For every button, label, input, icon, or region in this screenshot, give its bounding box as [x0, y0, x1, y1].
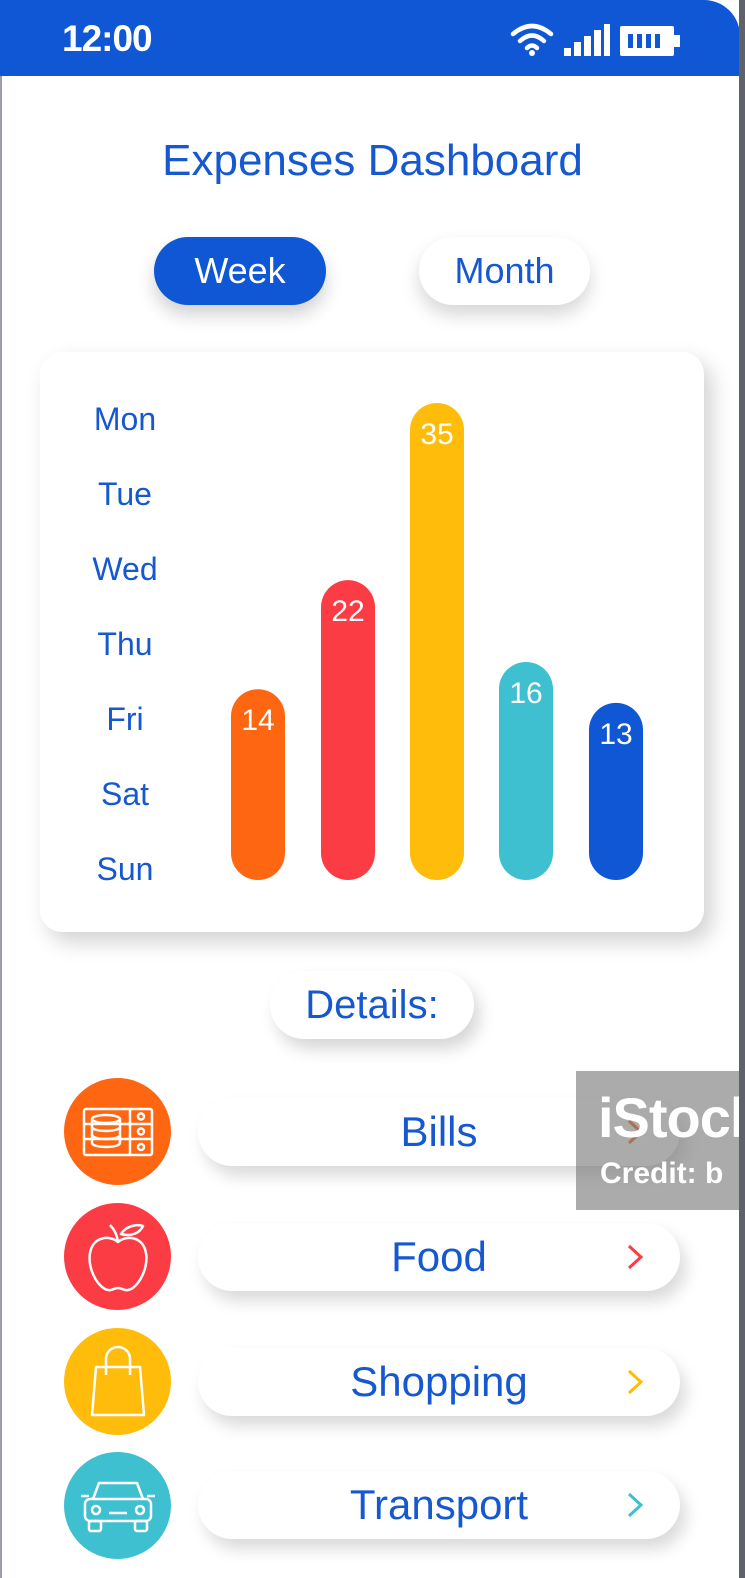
bar-value-label-2: 22: [331, 595, 364, 628]
day-label-sat: Sat: [101, 776, 149, 812]
watermark-brand: iStock: [598, 1086, 745, 1149]
day-label-thu: Thu: [97, 626, 152, 662]
bar-value-label-1: 14: [241, 704, 274, 737]
watermark-credit: Credit: b: [600, 1157, 724, 1190]
category-food-button[interactable]: Food: [198, 1223, 680, 1291]
day-label-mon: Mon: [94, 401, 156, 437]
status-time: 12:00: [62, 18, 153, 59]
wifi-icon: [510, 23, 554, 56]
details-heading: Details:: [270, 971, 474, 1039]
page-title: Expenses Dashboard: [162, 136, 583, 185]
category-shopping-button[interactable]: Shopping: [198, 1348, 680, 1416]
category-transport-button[interactable]: Transport: [198, 1471, 680, 1539]
day-label-wed: Wed: [92, 551, 157, 587]
category-transport-label: Transport: [349, 1481, 529, 1528]
car-icon: [80, 1481, 155, 1532]
bar-value-label-4: 16: [509, 677, 542, 710]
phone-frame-left: [0, 0, 2, 1578]
day-label-sun: Sun: [97, 851, 154, 887]
week-toggle-button[interactable]: Week: [154, 237, 326, 305]
bar-value-label-5: 13: [599, 718, 632, 751]
day-label-fri: Fri: [106, 701, 143, 737]
day-label-tue: Tue: [98, 476, 152, 512]
shopping-bag-icon: [90, 1345, 145, 1416]
status-bar: 12:00: [0, 0, 740, 76]
phone-frame-right: [739, 0, 745, 1578]
battery-icon: [620, 26, 680, 56]
bills-icon: [82, 1107, 153, 1156]
chevron-right-icon: [627, 1492, 644, 1518]
category-food-label: Food: [391, 1233, 487, 1280]
watermark: iStock Credit: b: [576, 1071, 745, 1210]
signal-icon: [564, 24, 610, 56]
expenses-bar-chart: Mon Tue Wed Thu Fri Sat Sun 14 22 35 16 13: [92, 401, 643, 887]
status-icons: [510, 22, 680, 56]
expenses-chart-card: Mon Tue Wed Thu Fri Sat Sun 14 22 35 16 13: [40, 352, 704, 932]
transport-circle: [64, 1452, 171, 1559]
chevron-right-icon: [627, 1244, 644, 1270]
phone-screen: 12:00 Expenses Dashboard Week Month Mon …: [0, 0, 745, 1578]
bar-3: [410, 403, 464, 880]
bar-value-label-3: 35: [420, 418, 453, 451]
bills-circle: [64, 1078, 171, 1185]
apple-icon: [87, 1223, 148, 1291]
chevron-right-icon: [627, 1369, 644, 1395]
shopping-circle: [64, 1328, 171, 1435]
month-toggle-button[interactable]: Month: [419, 237, 590, 305]
category-shopping-label: Shopping: [350, 1358, 528, 1405]
food-circle: [64, 1203, 171, 1310]
